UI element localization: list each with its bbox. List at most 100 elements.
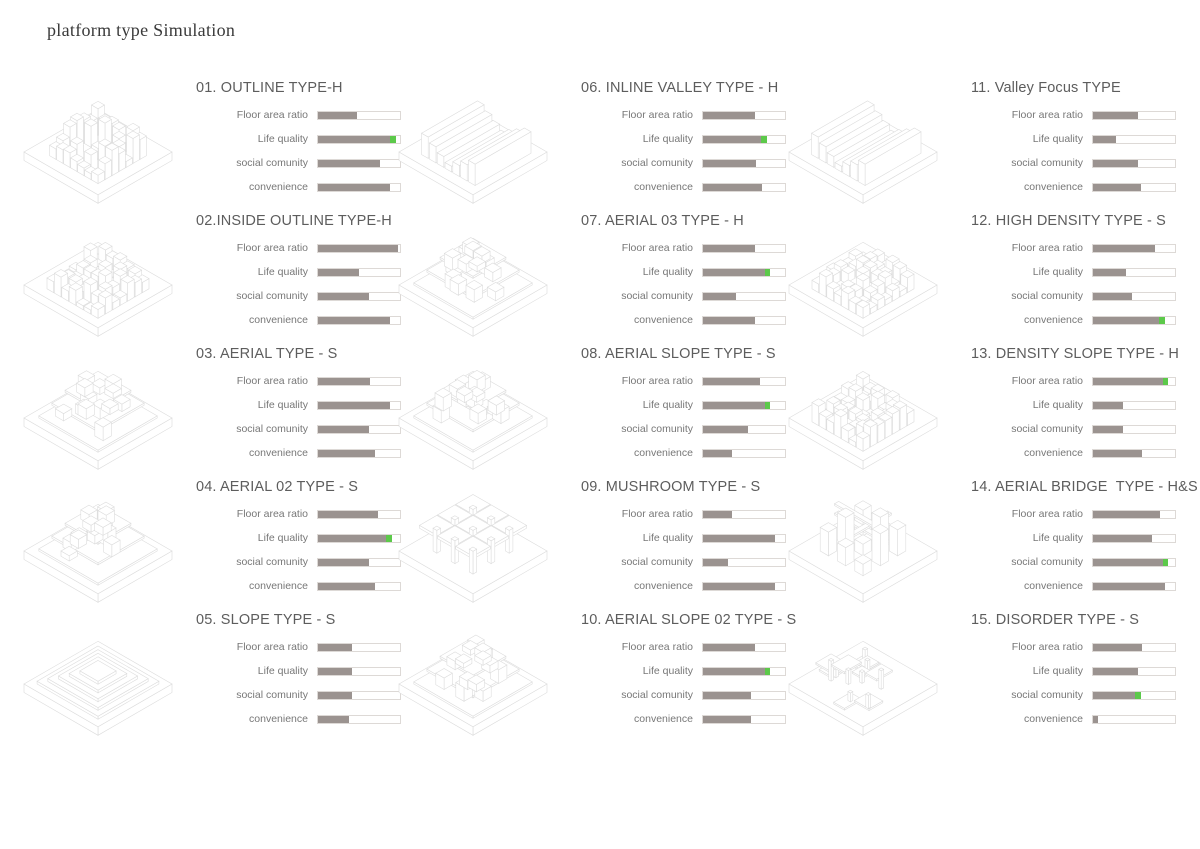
metric-bar-fill	[1093, 582, 1166, 590]
metric-bar-fill	[703, 316, 755, 324]
metric-label: convenience	[1024, 580, 1083, 592]
panel-06: 06. INLINE VALLEY TYPE - H Floor area rat…	[385, 80, 786, 213]
panel-title: 10. AERIAL SLOPE 02 TYPE - S	[581, 612, 797, 628]
metric-bar-track	[702, 714, 786, 724]
metric-bar-fill	[703, 111, 755, 119]
metric-row: convenience	[196, 175, 411, 199]
metric-label: Life quality	[642, 133, 693, 145]
isometric-model-inline-valley-type-h	[385, 80, 570, 210]
metric-label: Floor area ratio	[621, 109, 693, 121]
panel-07: 07. AERIAL 03 TYPE - H Floor area ratio Li…	[385, 213, 786, 346]
metric-bar-track	[1092, 158, 1176, 168]
panel-12: 12. HIGH DENSITY TYPE - S Floor area rati…	[775, 213, 1176, 346]
metric-bar-fill	[1093, 159, 1139, 167]
metric-bar-highlight	[764, 401, 771, 409]
metric-label: social comunity	[621, 290, 693, 302]
metric-row: social comunity	[581, 683, 796, 707]
isometric-model-slope-type-s	[10, 612, 195, 742]
panel-title: 13. DENSITY SLOPE TYPE - H	[971, 346, 1180, 362]
metrics-block: 13. DENSITY SLOPE TYPE - H Floor area rat…	[971, 346, 1186, 465]
metrics-block: 10. AERIAL SLOPE 02 TYPE - S Floor area r…	[581, 612, 796, 731]
metric-label: Floor area ratio	[621, 508, 693, 520]
metric-bar-track	[1092, 533, 1176, 543]
metric-bar-fill	[318, 401, 391, 409]
panel-title: 05. SLOPE TYPE - S	[196, 612, 336, 628]
metric-row: Life quality	[196, 260, 411, 284]
metric-bar-track	[702, 581, 786, 591]
metric-bar-fill	[1093, 183, 1141, 191]
metric-bar-fill	[1093, 268, 1126, 276]
panel-title: 07. AERIAL 03 TYPE - H	[581, 213, 744, 229]
panel-13: 13. DENSITY SLOPE TYPE - H Floor area rat…	[775, 346, 1179, 479]
panel-column-1: 01. OUTLINE TYPE-H Floor area ratio Life q…	[10, 80, 401, 745]
metric-label: social comunity	[1011, 556, 1083, 568]
metric-bar-track	[1092, 557, 1176, 567]
panel-09: 09. MUSHROOM TYPE - S Floor area ratio Lif…	[385, 479, 786, 612]
metric-row: social comunity	[581, 550, 796, 574]
panel-title: 15. DISORDER TYPE - S	[971, 612, 1140, 628]
metric-bar-track	[702, 509, 786, 519]
metric-bar-track	[1092, 642, 1176, 652]
metric-row: social comunity	[971, 417, 1186, 441]
metric-label: convenience	[249, 713, 308, 725]
metric-row: social comunity	[971, 151, 1186, 175]
panel-15: 15. DISORDER TYPE - S Floor area ratio Lif…	[775, 612, 1176, 745]
metric-row: Floor area ratio	[971, 502, 1186, 526]
metric-bar-fill	[703, 667, 771, 675]
panel-01: 01. OUTLINE TYPE-H Floor area ratio Life q…	[10, 80, 401, 213]
isometric-model-aerial-bridge-type-hs	[775, 479, 960, 609]
metric-label: social comunity	[1011, 157, 1083, 169]
metric-label: Life quality	[257, 532, 308, 544]
metric-bar-track	[1092, 315, 1176, 325]
metric-row: Life quality	[581, 260, 796, 284]
metric-row: Floor area ratio	[581, 103, 796, 127]
metric-bar-fill	[318, 292, 369, 300]
metric-label: convenience	[1024, 181, 1083, 193]
panel-05: 05. SLOPE TYPE - S Floor area ratio Life q…	[10, 612, 401, 745]
metric-row: convenience	[581, 175, 796, 199]
metric-label: convenience	[1024, 713, 1083, 725]
metric-row: Life quality	[971, 127, 1186, 151]
metric-bar-highlight	[764, 667, 771, 675]
metric-bar-track	[1092, 690, 1176, 700]
metric-bar-track	[702, 158, 786, 168]
metric-row: Life quality	[581, 127, 796, 151]
metric-row: Floor area ratio	[971, 635, 1186, 659]
metric-bar-track	[702, 690, 786, 700]
metric-row: Life quality	[581, 393, 796, 417]
metric-label: social comunity	[236, 556, 308, 568]
metric-row: social comunity	[196, 550, 411, 574]
metric-row: Life quality	[971, 260, 1186, 284]
metric-bar-fill	[1093, 558, 1169, 566]
metric-label: Floor area ratio	[1011, 109, 1083, 121]
metric-label: social comunity	[1011, 423, 1083, 435]
metric-row: convenience	[971, 175, 1186, 199]
metrics-block: 09. MUSHROOM TYPE - S Floor area ratio Lif…	[581, 479, 796, 598]
metric-bar-fill	[1093, 244, 1156, 252]
metric-label: convenience	[249, 314, 308, 326]
metric-label: convenience	[634, 181, 693, 193]
metric-row: Floor area ratio	[196, 236, 411, 260]
metric-bar-track	[1092, 714, 1176, 724]
metric-row: Life quality	[196, 526, 411, 550]
metrics-block: 05. SLOPE TYPE - S Floor area ratio Life q…	[196, 612, 411, 731]
metrics-block: 07. AERIAL 03 TYPE - H Floor area ratio Li…	[581, 213, 796, 332]
metric-label: convenience	[634, 314, 693, 326]
metric-row: Floor area ratio	[581, 635, 796, 659]
metric-row: convenience	[196, 308, 411, 332]
metric-bar-fill	[703, 510, 732, 518]
metric-bar-fill	[703, 691, 751, 699]
metrics-block: 11. Valley Focus TYPE Floor area ratio Lif…	[971, 80, 1186, 199]
metric-bar-fill	[318, 691, 353, 699]
metric-label: social comunity	[621, 556, 693, 568]
isometric-model-disorder-type-s	[775, 612, 960, 742]
metrics-block: 12. HIGH DENSITY TYPE - S Floor area rati…	[971, 213, 1186, 332]
metric-row: convenience	[196, 707, 411, 731]
isometric-model-aerial-type-s	[10, 346, 195, 476]
panel-title: 14. AERIAL BRIDGE TYPE - H&S	[971, 479, 1198, 495]
metric-label: Floor area ratio	[236, 375, 308, 387]
metric-label: Floor area ratio	[236, 109, 308, 121]
isometric-model-valley-focus-type	[775, 80, 960, 210]
metric-bar-fill	[1093, 667, 1139, 675]
metric-bar-track	[702, 291, 786, 301]
